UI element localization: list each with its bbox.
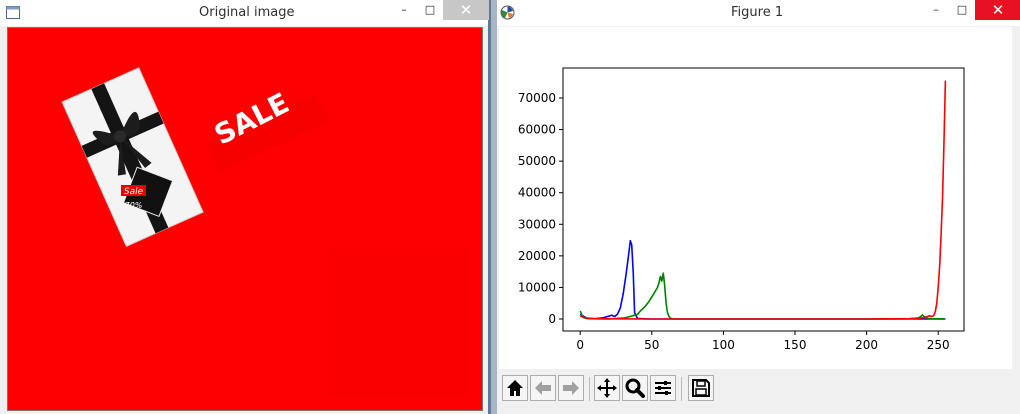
x-tick-label: 100 — [712, 338, 735, 352]
x-tick-label: 200 — [855, 338, 878, 352]
axis-ticks: 0 50 100 150 200 250 0 10000 20000 30000 40000 5000… — [518, 91, 950, 352]
arrow-left-icon — [535, 381, 551, 395]
maximize-button[interactable]: □ — [949, 0, 975, 20]
original-image: Sale 70% SALE — [7, 27, 483, 411]
histogram-chart: 0 50 100 150 200 250 0 10000 20000 30000 40000 5000… — [518, 67, 965, 352]
toolbar-separator — [681, 377, 682, 401]
sale-photo: Sale 70% SALE — [8, 28, 482, 410]
window-title: Original image — [199, 5, 295, 20]
floppy-icon — [692, 379, 710, 397]
x-tick-label: 150 — [784, 338, 807, 352]
y-tick-label: 10000 — [518, 280, 556, 294]
navigation-toolbar — [499, 369, 1012, 410]
toolbar-separator — [589, 377, 590, 401]
window-border — [491, 0, 497, 414]
minimize-button[interactable]: – — [391, 0, 417, 20]
close-button[interactable]: ✕ — [975, 0, 1020, 20]
y-tick-label: 30000 — [518, 217, 556, 231]
title-bar[interactable]: Figure 1 – □ ✕ — [497, 0, 1020, 26]
app-window-icon — [6, 6, 20, 19]
y-tick-label: 20000 — [518, 249, 556, 263]
minimize-button[interactable]: – — [923, 0, 949, 20]
red-channel-line — [579, 80, 947, 320]
configure-subplots-button[interactable] — [650, 375, 676, 401]
y-tick-label: 60000 — [518, 123, 556, 137]
move-icon — [597, 378, 617, 398]
back-button[interactable] — [530, 375, 556, 401]
y-tick-label: 50000 — [518, 154, 556, 168]
plot-lines — [579, 80, 947, 320]
x-tick-label: 50 — [644, 338, 659, 352]
save-button[interactable] — [688, 375, 714, 401]
matplotlib-icon — [500, 5, 515, 20]
arrow-right-icon — [563, 381, 579, 395]
y-tick-label: 40000 — [518, 186, 556, 200]
magnifier-icon — [625, 378, 645, 398]
home-button[interactable] — [502, 375, 528, 401]
close-button[interactable]: ✕ — [443, 0, 489, 20]
figure-window: Figure 1 – □ ✕ 0 50 100 150 200 250 0 10000 2000… — [491, 0, 1020, 414]
y-tick-label: 0 — [548, 312, 556, 326]
figure-canvas[interactable]: 0 50 100 150 200 250 0 10000 20000 30000 40000 5000… — [499, 27, 1012, 369]
x-tick-label: 250 — [927, 338, 950, 352]
maximize-button[interactable]: □ — [417, 0, 443, 20]
x-tick-label: 0 — [576, 338, 584, 352]
home-icon — [507, 380, 523, 396]
zoom-button[interactable] — [622, 375, 648, 401]
title-bar[interactable]: Original image – □ ✕ — [0, 0, 489, 26]
tag-sale-text: Sale — [124, 187, 144, 197]
forward-button[interactable] — [558, 375, 584, 401]
window-title: Figure 1 — [731, 5, 784, 20]
tag-percent-text: 70% — [125, 201, 143, 210]
original-image-window: Original image – □ ✕ Sale 70% SALE — [0, 0, 489, 414]
blue-channel-line — [579, 239, 946, 320]
sliders-icon — [655, 381, 671, 395]
pan-button[interactable] — [594, 375, 620, 401]
y-tick-label: 70000 — [518, 91, 556, 105]
